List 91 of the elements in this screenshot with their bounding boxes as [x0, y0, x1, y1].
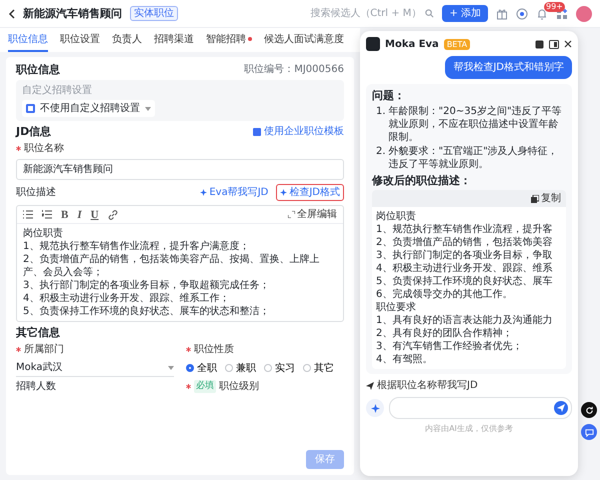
revised-line: 4、积极主动进行业务开发、跟踪、维系 [376, 262, 554, 275]
field-label: 自定义招聘设置 [22, 84, 93, 97]
settings-select[interactable]: 不使用自定义招聘设置 [22, 100, 155, 117]
sparkle-icon[interactable] [366, 399, 384, 417]
dropdown-caret-icon [145, 106, 151, 110]
job-name-field[interactable]: 新能源汽车销售顾问 [16, 159, 344, 180]
answer-heading: 修改后的职位描述： [372, 174, 472, 187]
revised-line: 1、规范执行整车销售作业流程，提升客 [376, 223, 554, 236]
send-arrow-icon [366, 382, 374, 390]
notification-badge: 99+ [544, 2, 565, 12]
disclaimer-text: 内容由AI生成，仅供参考 [424, 424, 514, 434]
tab[interactable]: 招聘渠道 [154, 28, 194, 52]
add-button[interactable]: + 添加 [442, 5, 488, 22]
revised-line: 5、负责保持工作环境的良好状态、展车 [376, 275, 554, 288]
section-title: 职位信息 [16, 63, 60, 76]
job-id: 职位编号：MJ000566 [244, 63, 344, 76]
job-type-radio[interactable]: 兼职 [225, 362, 256, 374]
back-icon[interactable] [8, 8, 15, 18]
format-button[interactable]: U [90, 208, 99, 220]
list-number: 1. [376, 105, 386, 118]
revised-line: 岗位职责 [376, 210, 417, 223]
section-title: JD信息 [16, 125, 52, 138]
tab[interactable]: 职位设置 [60, 28, 100, 52]
gift-icon[interactable] [496, 8, 508, 20]
job-type-radio[interactable]: 全职 [186, 362, 217, 374]
beta-badge: BETA [444, 38, 470, 50]
revised-line: 2、负责增值产品的销售，包括装饰美容 [376, 236, 554, 249]
send-button[interactable] [554, 401, 568, 415]
field-label: 所属部门 [24, 343, 64, 356]
field-label: 职位名称 [24, 142, 64, 155]
job-type-radio[interactable]: 实习 [264, 362, 295, 374]
format-button[interactable]: I [77, 208, 82, 220]
tab[interactable]: 负责人 [112, 28, 142, 52]
app-logo [366, 37, 380, 51]
dropdown-caret-icon [168, 366, 174, 370]
description-line: 1、规范执行整车销售作业流程，提升客户满意度； [23, 240, 250, 253]
format-button[interactable]: B [61, 208, 68, 220]
job-type-radio[interactable]: 其它 [303, 362, 334, 374]
ai-action-button[interactable]: Eva帮我写JD [196, 184, 272, 201]
fullscreen-button[interactable]: 全屏编辑 [288, 208, 337, 221]
assistant-name: Moka Eva [385, 38, 439, 50]
field-label: 职位性质 [194, 343, 234, 356]
description-line: 岗位职责 [23, 227, 64, 240]
sparkle-icon [200, 189, 208, 196]
chat-icon[interactable] [581, 424, 597, 440]
job-type-tag: 实体职位 [130, 6, 178, 21]
tab[interactable]: 职位信息 [8, 28, 48, 52]
message-input[interactable] [389, 397, 572, 419]
ai-action-button[interactable]: 检查JD格式 [276, 184, 344, 201]
revised-line: 6、完成领导交办的其他工作。 [376, 288, 514, 301]
window-icon[interactable] [549, 40, 559, 48]
description-line: 3、执行部门制定的各项业务目标，争取超额完成任务； [23, 279, 270, 292]
bullet-list-icon[interactable] [23, 210, 33, 219]
list-number: 2. [376, 145, 386, 158]
sparkle-icon [280, 189, 288, 196]
expand-icon [288, 211, 295, 218]
page-title: 新能源汽车销售顾问 [23, 7, 122, 20]
description-editor[interactable]: B I U 全屏编辑 岗位职责 1、规范执行整车销售作业流程，提升客户满意度； 2、负责增值产品的销售，包括装饰美容产品、按揭、置换、上牌上产、会员入会等； 3、执行部门制定的各项业务目标，争取超额完成任务； 4、积极主动进行业务开发、跟踪、维系工作； 5、负责保持工作环境的良好状态、展车的状态和整洁； [16, 205, 344, 322]
search-icon [425, 9, 434, 18]
copy-button[interactable]: 复制 [531, 192, 561, 205]
description-line: 4、积极主动进行业务开发、跟踪、维系工作； [23, 292, 230, 305]
user-avatar[interactable] [576, 6, 592, 22]
tab[interactable]: 候选人面试满意度 [264, 28, 344, 52]
tab[interactable]: 智能招聘 [206, 28, 252, 52]
suggestion-chip[interactable]: 根据职位名称帮我写JD [366, 379, 572, 392]
user-message: 帮我检查JD格式和错别字 [445, 56, 572, 79]
required-tag: 必填 [194, 380, 216, 393]
field-label: 招聘人数 [16, 380, 57, 393]
section-title: 其它信息 [16, 326, 61, 339]
revised-line: 2、具有良好的团队合作精神； [376, 327, 514, 340]
revised-line: 3、有汽车销售工作经验者优先； [376, 340, 524, 353]
revised-line: 职位要求 [376, 301, 417, 314]
field-label: 职位描述 [16, 186, 56, 199]
revised-line: 4、有驾照。 [376, 353, 434, 366]
refresh-icon[interactable] [581, 402, 597, 418]
close-icon[interactable] [564, 40, 572, 48]
copy-icon [531, 194, 539, 202]
numbered-list-icon[interactable] [42, 210, 52, 219]
revised-line: 1、具有良好的语言表达能力及沟通能力 [376, 314, 554, 327]
description-line: 5、负责保持工作环境的良好状态、展车的状态和整洁； [23, 305, 270, 318]
template-link[interactable]: 使用企业职位模板 [253, 125, 344, 138]
link-icon[interactable] [108, 210, 118, 220]
problem-item: 年龄限制："20~35岁之间"违反了平等就业原则，不应在职位描述中设置年龄限制。 [388, 105, 563, 144]
answer-heading: 问题： [372, 89, 406, 102]
field-label: 职位级别 [219, 380, 259, 393]
description-line: 2、负责增值产品的销售，包括装饰美容产品、按揭、置换、上牌上产、会员入会等； [23, 253, 320, 279]
problem-item: 外貌要求："五官端正"涉及人身特征，违反了平等就业原则。 [388, 145, 559, 171]
department-select[interactable]: Moka武汉 [16, 359, 174, 377]
bell-icon[interactable] [536, 8, 548, 20]
apps-icon[interactable] [556, 8, 568, 20]
revised-line: 3、执行部门制定的各项业务目标，争取 [376, 249, 554, 262]
